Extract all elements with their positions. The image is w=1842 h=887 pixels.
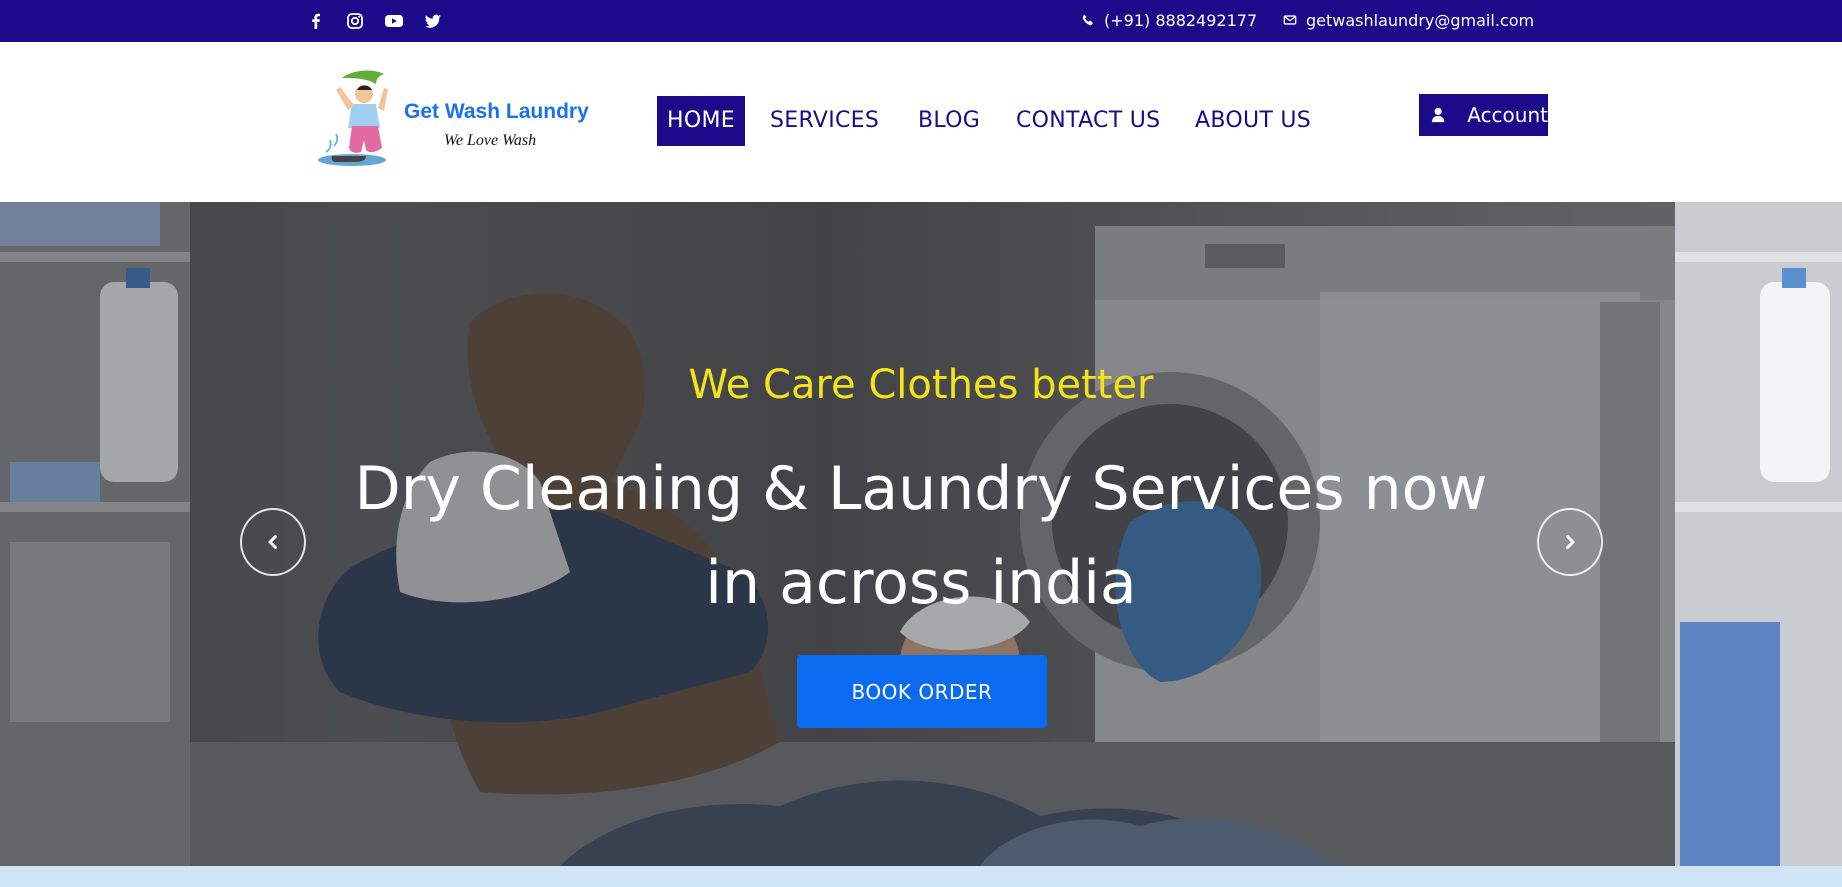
book-order-button[interactable]: BOOK ORDER xyxy=(797,655,1047,728)
site-logo[interactable]: Get Wash Laundry We Love Wash xyxy=(312,64,592,174)
nav-home[interactable]: HOME xyxy=(657,96,745,146)
top-bar: (+91) 8882492177 getwashlaundry@gmail.co… xyxy=(0,0,1842,42)
nav-contact-us[interactable]: CONTACT US xyxy=(1016,96,1160,146)
email-address: getwashlaundry@gmail.com xyxy=(1306,10,1535,30)
chevron-left-icon xyxy=(268,535,277,549)
site-header: Get Wash Laundry We Love Wash HOME SERVI… xyxy=(0,42,1842,202)
logo-tagline: We Love Wash xyxy=(444,132,537,149)
email-contact[interactable]: getwashlaundry@gmail.com xyxy=(1283,0,1534,40)
hero-tagline: We Care Clothes better xyxy=(688,362,1154,408)
chevron-right-icon xyxy=(1566,535,1575,549)
next-section-strip xyxy=(0,866,1842,887)
hero-slider: We Care Clothes better Dry Cleaning & La… xyxy=(0,202,1842,866)
washerman-mascot-icon xyxy=(318,70,388,166)
nav-blog[interactable]: BLOG xyxy=(918,96,980,146)
phone-contact[interactable]: (+91) 8882492177 xyxy=(1081,0,1257,40)
hero-title: Dry Cleaning & Laundry Services now in a… xyxy=(354,454,1488,618)
twitter-link[interactable] xyxy=(423,0,443,42)
phone-number: (+91) 8882492177 xyxy=(1104,10,1258,30)
instagram-link[interactable] xyxy=(345,0,365,42)
youtube-icon xyxy=(384,11,404,31)
twitter-icon xyxy=(423,11,443,31)
phone-icon xyxy=(1082,14,1093,26)
logo-title: Get Wash Laundry xyxy=(404,100,589,123)
slider-prev-button[interactable] xyxy=(240,508,306,576)
nav-about-us[interactable]: ABOUT US xyxy=(1195,96,1311,146)
facebook-link[interactable] xyxy=(306,0,326,42)
youtube-link[interactable] xyxy=(384,0,404,42)
facebook-icon xyxy=(306,11,326,31)
account-button[interactable]: Account xyxy=(1419,94,1548,136)
account-label: Account xyxy=(1467,103,1548,127)
nav-services[interactable]: SERVICES xyxy=(770,96,879,146)
slider-next-button[interactable] xyxy=(1537,508,1603,576)
instagram-icon xyxy=(345,11,365,31)
user-icon xyxy=(1431,107,1445,123)
envelope-icon xyxy=(1283,15,1297,25)
